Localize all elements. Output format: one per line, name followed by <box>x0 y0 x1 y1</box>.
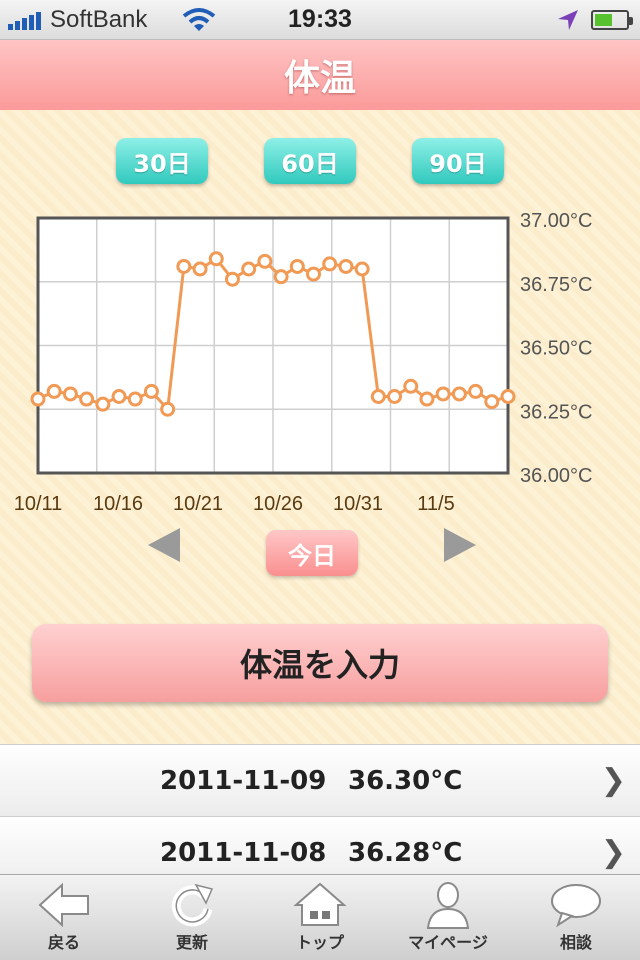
tab-label: 戻る <box>47 933 80 952</box>
list-item[interactable]: 2011-11-08 36.28°C ❯ <box>0 817 640 874</box>
battery-icon <box>591 10 633 30</box>
main-content: 30日 60日 90日 37.00°C 36.75°C 36.50°C 36.25°C… <box>0 110 640 744</box>
data-point <box>192 261 208 277</box>
location-arrow-icon <box>558 10 578 30</box>
data-point <box>241 261 257 277</box>
y-tick-label: 36.25°C <box>520 401 593 423</box>
status-bar: SoftBank 19:33 <box>0 0 640 40</box>
refresh-icon <box>171 883 214 927</box>
x-tick-label: 10/26 <box>253 493 303 515</box>
data-point <box>95 396 111 412</box>
data-point <box>403 378 419 394</box>
y-tick-label: 37.00°C <box>520 210 593 232</box>
data-point <box>354 261 370 277</box>
temperature-chart: 37.00°C 36.75°C 36.50°C 36.25°C 36.00°C 10/11… <box>0 208 640 538</box>
data-point <box>111 389 127 404</box>
range-60-days-button[interactable]: 60日 <box>264 138 356 184</box>
data-point <box>127 391 143 407</box>
data-point <box>468 383 484 399</box>
x-tick-label: 11/5 <box>417 493 454 515</box>
y-tick-label: 36.00°C <box>520 465 593 487</box>
data-point <box>370 389 386 404</box>
data-point <box>500 389 516 404</box>
x-tick-label: 10/11 <box>14 493 63 515</box>
data-point <box>79 391 95 407</box>
person-icon <box>426 882 470 929</box>
data-point <box>176 258 192 274</box>
data-point <box>435 386 451 402</box>
enter-temperature-button[interactable]: 体温を入力 <box>32 624 608 702</box>
data-point <box>387 389 403 404</box>
temperature-record-list: 2011-11-09 36.30°C ❯ 2011-11-08 36.28°C … <box>0 744 640 874</box>
data-point <box>160 401 176 417</box>
data-point <box>273 269 289 285</box>
tab-mypage[interactable]: マイページ <box>384 875 512 960</box>
data-point <box>419 391 435 407</box>
x-tick-label: 10/21 <box>173 493 223 515</box>
data-point <box>30 391 46 407</box>
x-tick-label: 10/16 <box>93 493 143 515</box>
page-title: 体温 <box>283 58 356 99</box>
range-30-days-button[interactable]: 30日 <box>116 138 208 184</box>
tab-refresh[interactable]: 更新 <box>128 875 256 960</box>
today-button[interactable]: 今日 <box>266 530 358 576</box>
data-point <box>143 383 159 399</box>
record-date: 2011-11-09 <box>160 765 327 796</box>
tab-label: トップ <box>295 933 344 952</box>
record-date: 2011-11-08 <box>160 837 327 868</box>
status-time: 19:33 <box>288 5 352 33</box>
data-point <box>306 266 322 282</box>
y-tick-label: 36.50°C <box>520 338 593 360</box>
next-period-button[interactable] <box>444 528 476 562</box>
tab-label: 相談 <box>559 933 592 952</box>
tab-consult[interactable]: 相談 <box>512 875 640 960</box>
tab-top[interactable]: トップ <box>256 875 384 960</box>
data-point <box>257 253 273 269</box>
temperature-chart-svg: 37.00°C 36.75°C 36.50°C 36.25°C 36.00°C 10/11… <box>14 210 593 515</box>
data-point <box>289 258 305 274</box>
speech-bubble-icon <box>551 884 601 928</box>
chevron-right-icon: ❯ <box>600 763 626 798</box>
data-point <box>338 258 354 274</box>
back-arrow-icon <box>38 882 89 928</box>
tab-label: マイページ <box>408 933 488 952</box>
x-tick-label: 10/31 <box>333 493 383 515</box>
home-icon <box>293 882 347 926</box>
data-point <box>224 271 240 287</box>
y-tick-label: 36.75°C <box>520 274 593 296</box>
previous-period-button[interactable] <box>148 528 180 562</box>
data-point <box>208 251 224 267</box>
list-item[interactable]: 2011-11-09 36.30°C ❯ <box>0 745 640 817</box>
data-point <box>484 394 500 410</box>
tab-back[interactable]: 戻る <box>0 875 128 960</box>
record-temperature: 36.28°C <box>348 837 463 868</box>
data-point <box>46 383 62 399</box>
tab-label: 更新 <box>175 933 208 952</box>
data-point <box>322 256 338 272</box>
nav-bar: 体温 <box>0 40 640 110</box>
range-90-days-button[interactable]: 90日 <box>412 138 504 184</box>
chevron-right-icon: ❯ <box>600 835 626 870</box>
record-temperature: 36.30°C <box>348 765 463 796</box>
data-point <box>62 386 78 402</box>
data-point <box>451 386 467 402</box>
tab-bar: 戻る 更新 トップ マイページ 相談 <box>0 874 640 960</box>
